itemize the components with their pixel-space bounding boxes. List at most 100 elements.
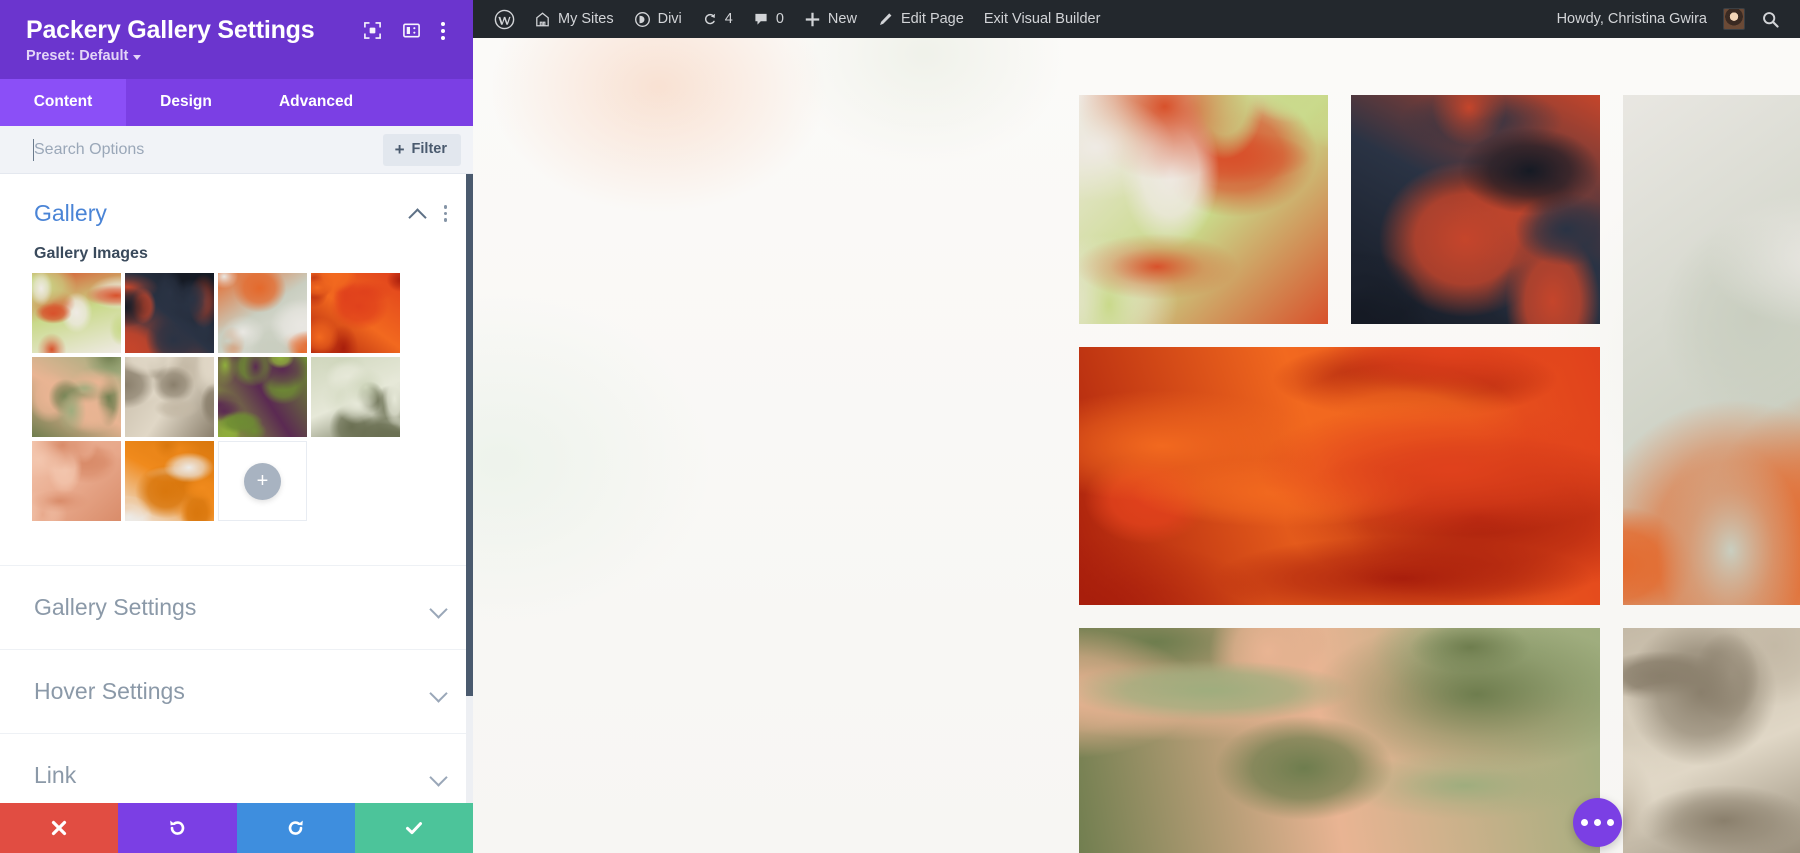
gallery-thumbnail[interactable] xyxy=(311,273,400,353)
gallery-image[interactable] xyxy=(1623,628,1800,853)
updates-refresh-icon xyxy=(704,13,715,25)
admin-bar-label: Divi xyxy=(657,11,682,27)
accordion-hover-settings[interactable]: Hover Settings xyxy=(0,649,473,733)
page-title: Packery Gallery Settings xyxy=(26,16,315,44)
admin-bar-edit-page[interactable]: Edit Page xyxy=(867,0,974,38)
ellipsis-dot xyxy=(1581,819,1588,826)
redo-arrow-icon xyxy=(288,820,303,835)
chevron-down-icon[interactable] xyxy=(431,768,447,784)
admin-bar-label: My Sites xyxy=(558,11,614,27)
admin-bar-divi[interactable]: Divi xyxy=(624,0,692,38)
gallery-thumbnail[interactable] xyxy=(311,357,400,437)
accordion-link[interactable]: Link xyxy=(0,733,473,803)
gallery-section-kebab-icon[interactable] xyxy=(443,205,447,222)
admin-bar-label: 0 xyxy=(775,11,784,27)
gallery-section-title: Gallery xyxy=(34,200,107,226)
panel-body: Gallery Gallery Images + Gallery Setting… xyxy=(0,174,473,803)
gallery-thumbnail[interactable] xyxy=(32,273,121,353)
gallery-thumbnail[interactable] xyxy=(218,357,307,437)
visual-builder-area: My Sites Divi 4 0 New Edit Page Exit Vis… xyxy=(473,0,1800,853)
panel-scrollbar[interactable] xyxy=(466,174,473,803)
admin-bar-my-sites[interactable]: My Sites xyxy=(524,0,624,38)
plus-icon xyxy=(805,12,820,26)
redo-button[interactable] xyxy=(236,803,355,853)
app-root: Packery Gallery Settings Preset: Default… xyxy=(0,0,1800,853)
wordpress-logo[interactable] xyxy=(485,0,524,38)
gallery-images-grid: + xyxy=(0,273,473,521)
chevron-up-icon[interactable] xyxy=(410,206,426,222)
tab-advanced[interactable]: Advanced xyxy=(246,79,386,126)
gallery-images-label: Gallery Images xyxy=(34,245,148,262)
gallery-thumbnail[interactable] xyxy=(218,273,307,353)
admin-bar-comments[interactable]: 0 xyxy=(743,0,794,38)
gallery-image[interactable] xyxy=(1079,95,1328,324)
gallery-image[interactable] xyxy=(1623,95,1800,605)
page-settings-fab[interactable] xyxy=(1573,798,1622,847)
ellipsis-dot xyxy=(1594,819,1601,826)
ellipsis-dot xyxy=(1607,819,1614,826)
accordion-gallery-settings[interactable]: Gallery Settings xyxy=(0,565,473,649)
panel-action-bar xyxy=(0,803,473,853)
chevron-down-icon[interactable] xyxy=(431,600,447,616)
add-gallery-image-button[interactable]: + xyxy=(218,441,307,521)
search-input[interactable] xyxy=(0,140,383,159)
admin-bar-account[interactable]: Howdy, Christina Gwira xyxy=(1547,0,1745,38)
preset-label: Preset: Default xyxy=(26,48,129,64)
search-icon[interactable] xyxy=(1745,10,1794,29)
chevron-down-icon xyxy=(133,54,142,60)
wordpress-icon xyxy=(494,9,515,29)
divi-icon xyxy=(634,11,650,27)
plus-circle-icon: + xyxy=(244,462,281,500)
comment-bubble-icon xyxy=(755,13,767,25)
admin-bar-updates[interactable]: 4 xyxy=(692,0,743,38)
pencil-icon xyxy=(879,12,892,25)
kebab-menu-icon[interactable] xyxy=(441,21,445,40)
chevron-down-icon[interactable] xyxy=(431,684,447,700)
avatar xyxy=(1723,8,1745,30)
tab-content[interactable]: Content xyxy=(0,79,126,126)
module-settings-panel: Packery Gallery Settings Preset: Default… xyxy=(0,0,473,853)
howdy-label: Howdy, Christina Gwira xyxy=(1556,11,1707,27)
undo-button[interactable] xyxy=(118,803,237,853)
gallery-thumbnail[interactable] xyxy=(125,273,214,353)
search-bar: + Filter xyxy=(0,126,473,174)
settings-tabs: Content Design Advanced xyxy=(0,79,473,126)
checkmark-icon xyxy=(405,822,422,835)
gallery-image[interactable] xyxy=(1351,95,1600,324)
focus-target-icon[interactable] xyxy=(363,21,382,40)
admin-bar-new[interactable]: New xyxy=(794,0,867,38)
admin-bar-right: Howdy, Christina Gwira xyxy=(1547,0,1800,38)
admin-bar-label: 4 xyxy=(724,11,733,27)
gallery-thumbnail[interactable] xyxy=(125,441,214,521)
panel-header: Packery Gallery Settings Preset: Default xyxy=(0,0,473,79)
tab-design[interactable]: Design xyxy=(126,79,246,126)
preset-selector[interactable]: Preset: Default xyxy=(26,48,142,64)
gallery-thumbnail[interactable] xyxy=(125,357,214,437)
admin-bar-label: Exit Visual Builder xyxy=(983,11,1101,27)
save-button[interactable] xyxy=(354,803,473,853)
panel-scrollbar-thumb[interactable] xyxy=(466,174,473,696)
undo-arrow-icon xyxy=(170,820,185,835)
wp-admin-bar: My Sites Divi 4 0 New Edit Page Exit Vis… xyxy=(473,0,1800,38)
plus-icon: + xyxy=(394,139,405,159)
gallery-section-header[interactable]: Gallery xyxy=(0,174,473,227)
admin-bar-label: Edit Page xyxy=(900,11,964,27)
page-canvas xyxy=(473,38,1800,853)
gallery-image[interactable] xyxy=(1079,628,1600,853)
accordion-title: Link xyxy=(34,762,77,788)
layout-panel-icon[interactable] xyxy=(402,21,421,40)
close-x-icon xyxy=(52,820,67,836)
sites-house-icon xyxy=(536,11,549,26)
cancel-button[interactable] xyxy=(0,803,119,853)
accordion-title: Hover Settings xyxy=(34,678,185,704)
admin-bar-exit-visual-builder[interactable]: Exit Visual Builder xyxy=(974,0,1111,38)
admin-bar-label: New xyxy=(827,11,857,27)
filter-button[interactable]: + Filter xyxy=(382,133,461,166)
panel-scroll-area: Gallery Gallery Images + Gallery Setting… xyxy=(0,174,473,803)
gallery-thumbnail[interactable] xyxy=(32,441,121,521)
gallery-image[interactable] xyxy=(1079,347,1600,605)
gallery-thumbnail[interactable] xyxy=(32,357,121,437)
filter-button-label: Filter xyxy=(411,141,447,157)
text-cursor xyxy=(33,139,34,161)
accordion-title: Gallery Settings xyxy=(34,594,197,620)
